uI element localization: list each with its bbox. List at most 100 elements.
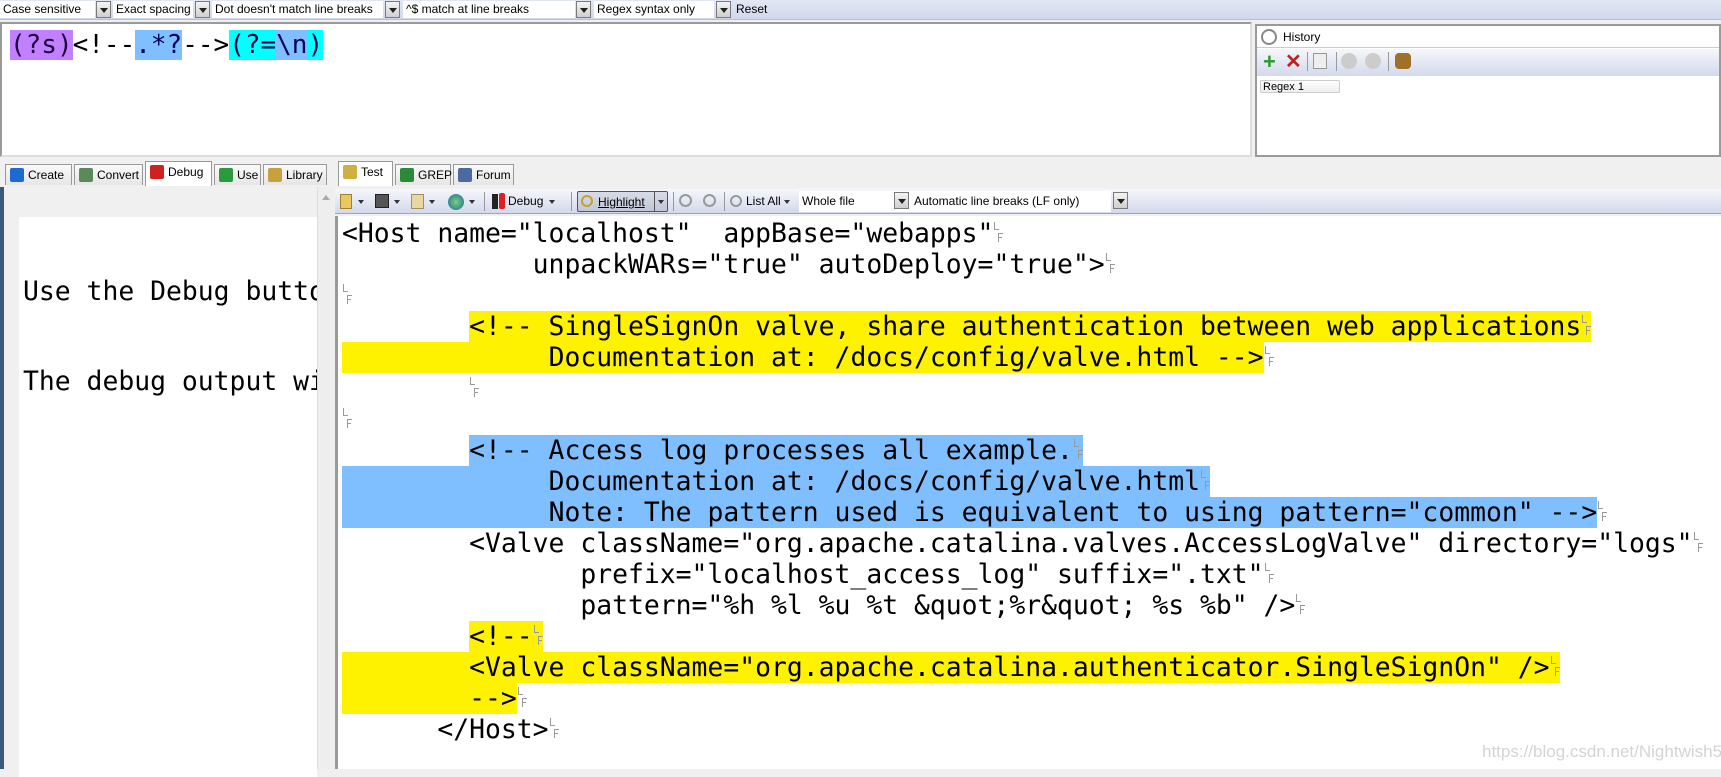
tab-forum[interactable]: Forum	[453, 164, 514, 185]
dot-dropdown-arrow-icon[interactable]	[385, 1, 400, 18]
regex-match-text: Note: The pattern used is equivalent to …	[548, 497, 1598, 528]
regex-pattern[interactable]: (?s)<!--.*?-->(?=\n)	[10, 30, 324, 60]
spacing-dropdown-arrow-icon[interactable]	[195, 1, 210, 18]
tab-convert[interactable]: Convert	[74, 164, 143, 185]
tab-use[interactable]: Use	[214, 164, 261, 185]
code-line: Documentation at: /docs/config/valve.htm…	[342, 342, 1703, 373]
debug-line: The debug output will appear here.	[23, 366, 317, 397]
anchor-dropdown-arrow-icon[interactable]	[576, 1, 591, 18]
line-break-marker-icon	[1200, 466, 1210, 497]
line-break-marker-icon	[549, 714, 559, 745]
debug-output[interactable]: Use the Debug button to test the regex. …	[19, 217, 317, 777]
list-magnifier-icon	[730, 195, 742, 207]
test-toolbar: Debug Highlight List All Whole file Auto…	[335, 189, 1721, 214]
magnifier-icon	[581, 195, 593, 207]
line-break-select[interactable]: Automatic line breaks (LF only)	[911, 191, 1111, 212]
regex-token: <!--	[72, 30, 136, 60]
spacing-select[interactable]: Exact spacing	[113, 1, 193, 18]
code-line	[342, 404, 1703, 435]
list-all-button[interactable]: List All	[728, 191, 790, 212]
regex-match-text: -->	[469, 683, 517, 714]
line-break-marker-icon	[342, 280, 352, 311]
save-button[interactable]	[375, 191, 400, 212]
tab-create[interactable]: Create	[5, 164, 72, 185]
history-toolbar: + ✕	[1257, 49, 1719, 76]
tab-label: Create	[28, 168, 65, 182]
use-icon	[219, 168, 233, 182]
line-indent	[342, 652, 470, 683]
move-up-icon[interactable]	[1341, 53, 1357, 69]
move-down-icon[interactable]	[1365, 53, 1381, 69]
line-text: <Valve className="org.apache.catalina.va…	[469, 528, 1693, 559]
highlight-dropdown-button[interactable]	[654, 191, 668, 212]
code-line: <Valve className="org.apache.catalina.au…	[342, 652, 1703, 683]
line-break-marker-icon	[342, 404, 352, 435]
code-line: Note: The pattern used is equivalent to …	[342, 497, 1703, 528]
debug-panel: Use the Debug button to test the regex. …	[0, 187, 334, 777]
web-button[interactable]	[448, 191, 475, 212]
code-line: </Host>	[342, 714, 1703, 745]
library-icon	[268, 168, 282, 182]
globe-icon	[448, 194, 464, 210]
debug-scrollbar[interactable]	[317, 187, 334, 769]
regex-match-text: <!-- Access log processes all example.	[469, 435, 1073, 466]
tab-grep[interactable]: GREP	[395, 164, 452, 185]
add-icon[interactable]: +	[1263, 51, 1276, 73]
code-line: <!--	[342, 621, 1703, 652]
regex-match-text: Documentation at: /docs/config/valve.htm…	[548, 466, 1200, 497]
line-break-marker-icon	[1597, 497, 1608, 528]
case-dropdown-arrow-icon[interactable]	[96, 1, 111, 18]
code-line: <Valve className="org.apache.catalina.va…	[342, 528, 1703, 559]
line-break-marker-icon	[1072, 435, 1083, 466]
regex-token: -->	[182, 30, 230, 60]
tab-library[interactable]: Library	[263, 164, 327, 185]
history-clock-icon	[1261, 29, 1277, 45]
test-subject-editor[interactable]: <Host name="localhost" appBase="webapps"…	[335, 216, 1721, 769]
regex-options-bar: Case sensitive Exact spacing Dot doesn't…	[0, 0, 1721, 20]
delete-icon[interactable]: ✕	[1285, 51, 1302, 73]
open-file-icon	[340, 194, 352, 209]
open-file-button[interactable]	[340, 191, 364, 212]
line-indent	[342, 497, 549, 528]
line-break-marker-icon	[1105, 249, 1115, 280]
history-item[interactable]: Regex 1	[1260, 80, 1340, 93]
regex-editor[interactable]: (?s)<!--.*?-->(?=\n)	[0, 22, 1252, 157]
anchor-mode-select[interactable]: ^$ match at line breaks	[403, 1, 575, 18]
history-header: History	[1257, 26, 1719, 48]
line-break-marker-icon	[517, 683, 527, 714]
tab-test[interactable]: Test	[338, 161, 393, 186]
convert-icon	[79, 168, 93, 182]
previous-match-icon[interactable]	[679, 194, 692, 207]
regex-match-text: Documentation at: /docs/config/valve.htm…	[548, 342, 1264, 373]
mascot-icon[interactable]	[1395, 53, 1411, 69]
code-line	[342, 373, 1703, 404]
code-line: -->	[342, 683, 1703, 714]
line-break-marker-icon	[993, 218, 1004, 249]
delete-all-icon[interactable]	[1313, 53, 1327, 69]
scope-dropdown-arrow-icon[interactable]	[894, 192, 909, 209]
reset-button[interactable]: Reset	[736, 1, 767, 18]
regex-match-text: <!--	[469, 621, 533, 652]
tab-debug[interactable]: Debug	[145, 161, 212, 186]
code-line: <!-- Access log processes all example.	[342, 435, 1703, 466]
debug-icon	[150, 165, 164, 179]
regex-match-text: <!-- SingleSignOn valve, share authentic…	[469, 311, 1582, 342]
tab-label: Debug	[168, 165, 204, 179]
syntax-select[interactable]: Regex syntax only	[594, 1, 714, 18]
case-sensitivity-select[interactable]: Case sensitive	[0, 1, 95, 18]
regex-match-text: <Valve className="org.apache.catalina.au…	[469, 652, 1550, 683]
next-match-icon[interactable]	[703, 194, 716, 207]
line-indent	[342, 683, 470, 714]
paste-button[interactable]	[411, 191, 435, 212]
debug-button[interactable]: Debug	[490, 191, 556, 212]
tab-label: Convert	[97, 168, 140, 182]
dot-mode-select[interactable]: Dot doesn't match line breaks	[212, 1, 383, 18]
syntax-dropdown-arrow-icon[interactable]	[716, 1, 731, 18]
line-break-dropdown-arrow-icon[interactable]	[1113, 192, 1128, 209]
debug-line: Use the Debug button to test the regex.	[23, 276, 317, 307]
